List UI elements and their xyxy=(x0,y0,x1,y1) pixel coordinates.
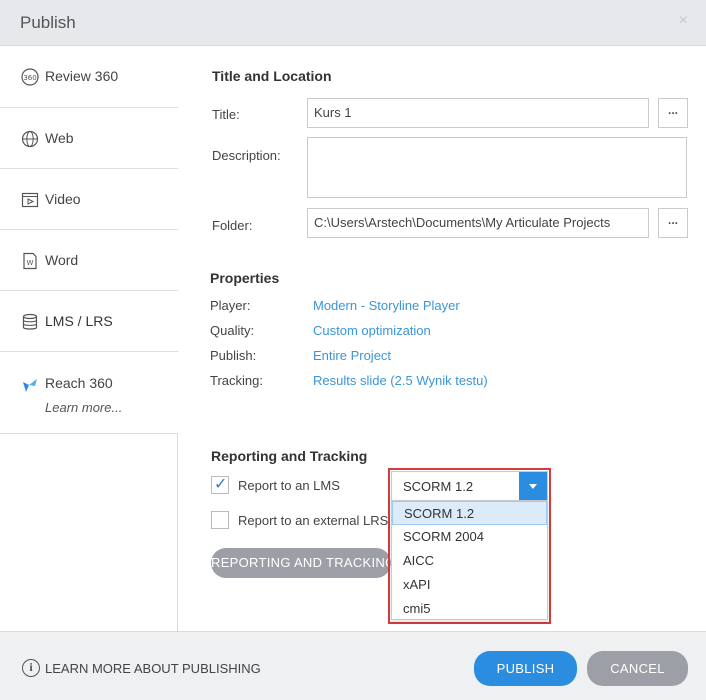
folder-label: Folder: xyxy=(212,218,253,233)
tracking-link[interactable]: Results slide (2.5 Wynik testu) xyxy=(313,373,488,388)
svg-text:W: W xyxy=(27,259,34,267)
chevron-down-icon[interactable] xyxy=(519,472,547,500)
quality-label: Quality: xyxy=(210,323,255,338)
word-doc-icon: W xyxy=(23,252,37,270)
review360-icon: 360 xyxy=(21,68,39,86)
publish-scope-link[interactable]: Entire Project xyxy=(313,348,391,363)
report-lms-checkbox[interactable]: ✓ xyxy=(211,476,229,494)
sidebar-item-label: Video xyxy=(45,191,81,207)
dropdown-option-scorm2004[interactable]: SCORM 2004 xyxy=(392,525,547,549)
quality-link[interactable]: Custom optimization xyxy=(313,323,431,338)
folder-input[interactable]: C:\Users\Arstech\Documents\My Articulate… xyxy=(307,208,649,238)
report-lrs-label: Report to an external LRS xyxy=(238,513,389,528)
properties-heading: Properties xyxy=(210,270,280,286)
sidebar-item-label: Review 360 xyxy=(45,68,119,84)
database-icon xyxy=(22,313,38,330)
publish-button[interactable]: PUBLISH xyxy=(474,651,577,686)
report-lrs-checkbox[interactable] xyxy=(211,511,229,529)
checkmark-icon: ✓ xyxy=(214,476,228,493)
sidebar-item-web[interactable]: Web xyxy=(0,108,178,169)
dropdown-option-cmi5[interactable]: cmi5 xyxy=(392,597,547,621)
sidebar-item-label: Web xyxy=(45,130,74,146)
sidebar-item-lms-lrs[interactable]: LMS / LRS xyxy=(0,291,179,352)
sidebar-item-word[interactable]: W Word xyxy=(0,230,178,291)
report-lms-label: Report to an LMS xyxy=(238,478,340,493)
sidebar-item-label: Reach 360 xyxy=(45,375,113,391)
dialog-title: Publish xyxy=(20,13,76,32)
sidebar-item-reach360[interactable]: Reach 360 Learn more... xyxy=(0,352,178,434)
dropdown-option-xapi[interactable]: xAPI xyxy=(392,573,547,597)
close-icon[interactable]: × xyxy=(679,13,688,29)
description-label: Description: xyxy=(212,148,281,163)
dialog-titlebar: Publish × xyxy=(0,0,706,46)
title-options-button[interactable]: ... xyxy=(658,98,688,128)
lms-standard-value: SCORM 1.2 xyxy=(403,479,474,494)
lms-standard-select[interactable]: SCORM 1.2 xyxy=(391,471,548,501)
publish-scope-label: Publish: xyxy=(210,348,257,363)
sidebar-item-label: LMS / LRS xyxy=(45,313,113,329)
cancel-button[interactable]: CANCEL xyxy=(587,651,688,686)
description-input[interactable] xyxy=(307,137,687,198)
title-location-heading: Title and Location xyxy=(212,68,332,84)
player-label: Player: xyxy=(210,298,251,313)
dialog-footer: i LEARN MORE ABOUT PUBLISHING PUBLISH CA… xyxy=(0,631,706,700)
title-label: Title: xyxy=(212,107,240,122)
tracking-label: Tracking: xyxy=(210,373,263,388)
globe-icon xyxy=(21,130,39,148)
sidebar-item-video[interactable]: Video xyxy=(0,169,178,230)
reporting-tracking-button[interactable]: REPORTING AND TRACKING... xyxy=(211,548,391,578)
svg-text:360: 360 xyxy=(23,74,36,82)
info-icon: i xyxy=(22,659,40,677)
sidebar-item-review360[interactable]: 360 Review 360 xyxy=(0,46,178,108)
reach360-icon xyxy=(23,379,37,392)
dropdown-option-aicc[interactable]: AICC xyxy=(392,549,547,573)
lms-standard-dropdown: SCORM 1.2 SCORM 2004 AICC xAPI cmi5 xyxy=(391,500,548,620)
browse-folder-button[interactable]: ... xyxy=(658,208,688,238)
learn-more-publishing-link[interactable]: LEARN MORE ABOUT PUBLISHING xyxy=(45,661,261,676)
publish-sidebar: 360 Review 360 Web Video W Word LMS / LR… xyxy=(0,46,179,631)
player-link[interactable]: Modern - Storyline Player xyxy=(313,298,460,313)
reporting-heading: Reporting and Tracking xyxy=(211,448,368,464)
learn-more-link[interactable]: Learn more... xyxy=(45,400,122,415)
sidebar-item-label: Word xyxy=(45,252,79,268)
video-icon xyxy=(21,192,39,208)
title-input[interactable]: Kurs 1 xyxy=(307,98,649,128)
dropdown-option-scorm12[interactable]: SCORM 1.2 xyxy=(392,501,547,525)
